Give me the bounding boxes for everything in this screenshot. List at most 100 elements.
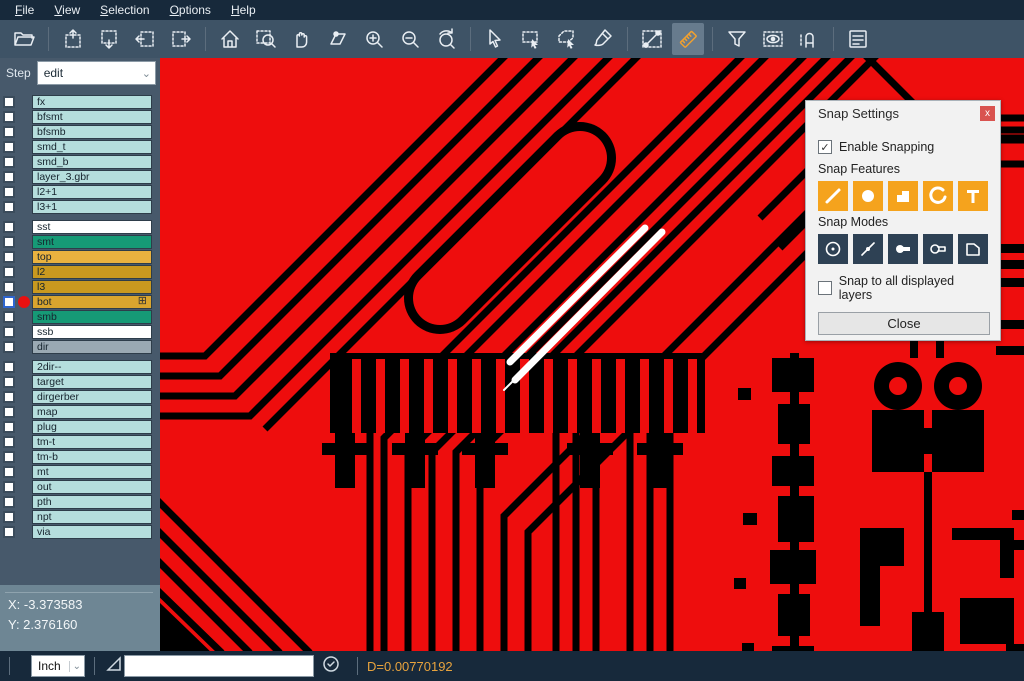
layer-visibility-checkbox[interactable] [3, 141, 15, 153]
layer-row[interactable]: npt [0, 509, 160, 524]
ruler-button[interactable] [672, 23, 704, 55]
layer-visibility-checkbox[interactable] [3, 376, 15, 388]
layer-label[interactable]: tm-b [32, 450, 152, 464]
dialog-title-bar[interactable]: Snap Settings x [806, 101, 1000, 126]
zoom-out-button[interactable] [394, 23, 426, 55]
layer-visibility-checkbox[interactable] [3, 511, 15, 523]
polygon-select-button[interactable] [551, 23, 583, 55]
rect-select-button[interactable] [515, 23, 547, 55]
layer-row[interactable]: bot⊞ [0, 294, 160, 309]
measure-distance-button[interactable] [636, 23, 668, 55]
layer-visibility-checkbox[interactable] [3, 406, 15, 418]
snap-all-layers-checkbox[interactable] [818, 281, 832, 295]
layer-visibility-checkbox[interactable] [3, 266, 15, 278]
layer-row[interactable]: plug [0, 419, 160, 434]
layer-row[interactable]: fx [0, 94, 160, 109]
layer-row[interactable]: target [0, 374, 160, 389]
layer-row[interactable]: l2 [0, 264, 160, 279]
layer-visibility-checkbox[interactable] [3, 186, 15, 198]
snap-mode-slot-filled-button[interactable] [888, 234, 918, 264]
layer-visibility-checkbox[interactable] [3, 156, 15, 168]
apply-check-icon[interactable] [322, 655, 340, 678]
layer-label[interactable]: map [32, 405, 152, 419]
enable-snapping-checkbox[interactable]: ✓ [818, 140, 832, 154]
layer-label[interactable]: layer_3.gbr [32, 170, 152, 184]
layer-label[interactable]: bfsmt [32, 110, 152, 124]
layer-visibility-checkbox[interactable] [3, 451, 15, 463]
layer-label[interactable]: via [32, 525, 152, 539]
layer-visibility-checkbox[interactable] [3, 496, 15, 508]
layer-row[interactable]: sst [0, 219, 160, 234]
layer-row[interactable]: smt [0, 234, 160, 249]
layer-row[interactable]: bfsmb [0, 124, 160, 139]
zoom-window-button[interactable] [250, 23, 282, 55]
pan-left-button[interactable] [129, 23, 161, 55]
layer-label[interactable]: l2+1 [32, 185, 152, 199]
angle-tool-icon[interactable] [104, 654, 124, 679]
zoom-polygon-button[interactable] [322, 23, 354, 55]
layer-visibility-checkbox[interactable] [3, 251, 15, 263]
layer-visibility-checkbox[interactable] [3, 341, 15, 353]
snap-all-layers-row[interactable]: Snap to all displayed layers [818, 274, 988, 302]
layer-visibility-checkbox[interactable] [3, 326, 15, 338]
layer-label[interactable]: fx [32, 95, 152, 109]
layer-label[interactable]: plug [32, 420, 152, 434]
layer-label[interactable]: smd_b [32, 155, 152, 169]
zoom-previous-button[interactable] [430, 23, 462, 55]
menu-file[interactable]: File [6, 1, 43, 19]
report-button[interactable] [842, 23, 874, 55]
zoom-in-button[interactable] [358, 23, 390, 55]
layer-visibility-checkbox[interactable] [3, 481, 15, 493]
snap-mode-slot-button[interactable] [923, 234, 953, 264]
layer-visibility-checkbox[interactable] [3, 201, 15, 213]
snap-mode-outline-button[interactable] [958, 234, 988, 264]
enable-snapping-row[interactable]: ✓ Enable Snapping [818, 140, 988, 154]
layer-row[interactable]: smd_t [0, 139, 160, 154]
home-view-button[interactable] [214, 23, 246, 55]
snap-feature-circle-button[interactable] [853, 181, 883, 211]
layer-row[interactable]: smd_b [0, 154, 160, 169]
layer-label[interactable]: target [32, 375, 152, 389]
command-input[interactable] [124, 655, 314, 677]
snap-mode-center-button[interactable] [818, 234, 848, 264]
layer-row[interactable]: l3 [0, 279, 160, 294]
snap-feature-text-button[interactable] [958, 181, 988, 211]
pan-hand-button[interactable] [286, 23, 318, 55]
layer-label[interactable]: pth [32, 495, 152, 509]
menu-help[interactable]: Help [222, 1, 265, 19]
pan-up-button[interactable] [57, 23, 89, 55]
layer-visibility-checkbox[interactable] [3, 361, 15, 373]
layer-visibility-checkbox[interactable] [3, 171, 15, 183]
layer-label[interactable]: sst [32, 220, 152, 234]
layer-label[interactable]: smt [32, 235, 152, 249]
dialog-close-button[interactable]: x [980, 106, 995, 121]
snap-mode-midpoint-button[interactable] [853, 234, 883, 264]
layer-label[interactable]: top [32, 250, 152, 264]
pan-down-button[interactable] [93, 23, 125, 55]
layer-visibility-checkbox[interactable] [3, 296, 15, 308]
layer-visibility-checkbox[interactable] [3, 421, 15, 433]
layer-visibility-checkbox[interactable] [3, 236, 15, 248]
layer-label[interactable]: out [32, 480, 152, 494]
layer-label[interactable]: npt [32, 510, 152, 524]
layer-row[interactable]: mt [0, 464, 160, 479]
layer-label[interactable]: tm-t [32, 435, 152, 449]
step-select[interactable]: edit ⌄ [37, 61, 156, 85]
layer-row[interactable]: l2+1 [0, 184, 160, 199]
layer-row[interactable]: pth [0, 494, 160, 509]
layer-visibility-checkbox[interactable] [3, 111, 15, 123]
layer-label[interactable]: 2dir-- [32, 360, 152, 374]
layer-row[interactable]: tm-b [0, 449, 160, 464]
layer-label[interactable]: l2 [32, 265, 152, 279]
layer-row[interactable]: dir [0, 339, 160, 354]
snap-feature-pad-button[interactable] [888, 181, 918, 211]
layer-visibility-checkbox[interactable] [3, 281, 15, 293]
layer-visibility-checkbox[interactable] [3, 466, 15, 478]
layer-visibility-checkbox[interactable] [3, 311, 15, 323]
layer-label[interactable]: l3+1 [32, 200, 152, 214]
layer-visibility-checkbox[interactable] [3, 221, 15, 233]
menu-selection[interactable]: Selection [91, 1, 158, 19]
select-arrow-button[interactable] [479, 23, 511, 55]
snap-feature-line-button[interactable] [818, 181, 848, 211]
layer-row[interactable]: dirgerber [0, 389, 160, 404]
